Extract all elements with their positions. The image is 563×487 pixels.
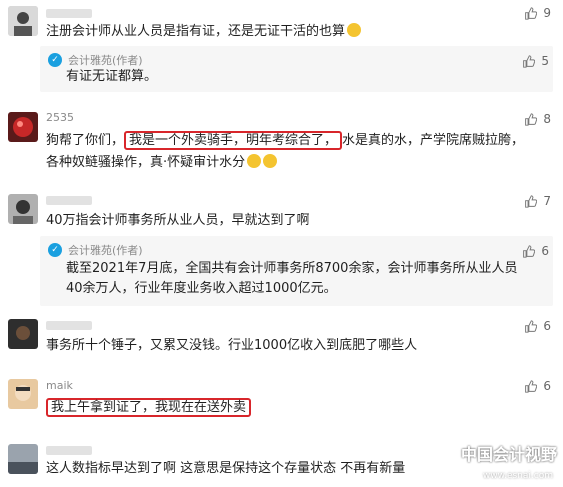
highlighted-text: 我是一个外卖骑手，明年考综合了， — [124, 131, 343, 150]
comment-5: maik 我上午拿到证了，我现在在送外卖 6 — [0, 375, 563, 435]
like-button[interactable]: 9 — [524, 6, 551, 20]
comment-text-line2: 各种奴鲢骚操作，真·怀疑审计水分 — [46, 152, 278, 174]
username-blurred — [46, 9, 92, 18]
comment-text: 这人数指标早达到了啊 这意思是保持这个存量状态 不再有新量 — [46, 461, 406, 476]
reply-text: 有证无证都算。 — [66, 69, 158, 84]
username[interactable]: 2535 — [46, 111, 74, 124]
thumbs-up-icon — [525, 319, 538, 333]
thumbs-up-icon — [525, 194, 538, 208]
watermark-url: www.esnai.com — [482, 471, 553, 481]
author-avatar-icon: ✓ — [48, 243, 62, 257]
like-button[interactable]: 8 — [524, 112, 551, 126]
comment-4: 事务所十个锤子，又累又没钱。行业1000亿收入到底肥了哪些人 6 — [0, 313, 563, 373]
avatar[interactable] — [8, 6, 38, 36]
comment-3: 40万指会计师事务所从业人员，早就达到了啊 7 ✓ 会计雅苑(作者) 截至202… — [0, 188, 563, 313]
author-avatar-icon: ✓ — [48, 53, 62, 67]
highlighted-text: 我上午拿到证了，我现在在送外卖 — [46, 398, 252, 417]
like-count: 6 — [543, 379, 551, 393]
thumbs-up-icon — [525, 112, 538, 126]
reply-text-line1: 截至2021年7月底，全国共有会计师事务所8700余家，会计师事务所从业人员 — [66, 261, 518, 276]
comment-text-post: 水是真的水，产学院席贼拉胯， — [342, 133, 525, 148]
avatar[interactable] — [8, 319, 38, 349]
comment-text-pre: 狗帮了你们， — [46, 133, 125, 148]
like-count: 6 — [541, 244, 549, 258]
comment-text: 我上午拿到证了，我现在在送外卖 — [46, 397, 252, 419]
comment-text-content: 注册会计师从业人员是指有证，还是无证干活的也算 — [46, 24, 346, 39]
comment-1: 注册会计师从业人员是指有证，还是无证干活的也算 9 ✓ 会计雅苑(作者) 有证无… — [0, 0, 563, 95]
author-reply: ✓ 会计雅苑(作者) 截至2021年7月底，全国共有会计师事务所8700余家，会… — [40, 236, 553, 306]
thumbs-up-icon — [525, 6, 538, 20]
reply-author-name: 会计雅苑(作者) — [68, 244, 143, 257]
like-count: 9 — [543, 6, 551, 20]
comment-text: 注册会计师从业人员是指有证，还是无证干活的也算 — [46, 21, 362, 43]
comment-2: 2535 狗帮了你们， 我是一个外卖骑手，明年考综合了， 水是真的水，产学院席贼拉胯… — [0, 108, 563, 188]
like-count: 8 — [543, 112, 551, 126]
comment-text-content: 各种奴鲢骚操作，真·怀疑审计水分 — [46, 155, 246, 170]
reply-like-button[interactable]: 5 — [522, 54, 549, 68]
like-button[interactable]: 7 — [524, 194, 551, 208]
like-button[interactable]: 6 — [524, 319, 551, 333]
reply-like-button[interactable]: 6 — [522, 244, 549, 258]
like-count: 7 — [543, 194, 551, 208]
reply-text-line2: 40余万人，行业年度业务收入超过1000亿元。 — [66, 281, 337, 296]
username-blurred — [46, 196, 92, 205]
avatar[interactable] — [8, 444, 38, 474]
watermark-title: 中国会计视野 — [460, 445, 557, 464]
username[interactable]: maik — [46, 379, 73, 392]
username-blurred — [46, 321, 92, 330]
avatar[interactable] — [8, 112, 38, 142]
like-count: 5 — [541, 54, 549, 68]
username-blurred — [46, 446, 92, 455]
avatar[interactable] — [8, 379, 38, 409]
like-button[interactable]: 6 — [524, 379, 551, 393]
thumbs-up-icon — [523, 244, 536, 258]
thumbs-up-icon — [525, 379, 538, 393]
like-count: 6 — [543, 319, 551, 333]
thumbs-up-icon — [523, 54, 536, 68]
avatar[interactable] — [8, 194, 38, 224]
comment-text: 事务所十个锤子，又累又没钱。行业1000亿收入到底肥了哪些人 — [46, 338, 418, 353]
comment-text: 狗帮了你们， 我是一个外卖骑手，明年考综合了， 水是真的水，产学院席贼拉胯， — [46, 130, 524, 152]
emoji-icon — [347, 23, 362, 37]
emoji-icon — [247, 154, 262, 168]
emoji-icon — [263, 154, 278, 168]
reply-header: ✓ 会计雅苑(作者) — [48, 242, 143, 258]
author-reply: ✓ 会计雅苑(作者) 有证无证都算。 5 — [40, 46, 553, 92]
comment-text: 40万指会计师事务所从业人员，早就达到了啊 — [46, 213, 310, 228]
